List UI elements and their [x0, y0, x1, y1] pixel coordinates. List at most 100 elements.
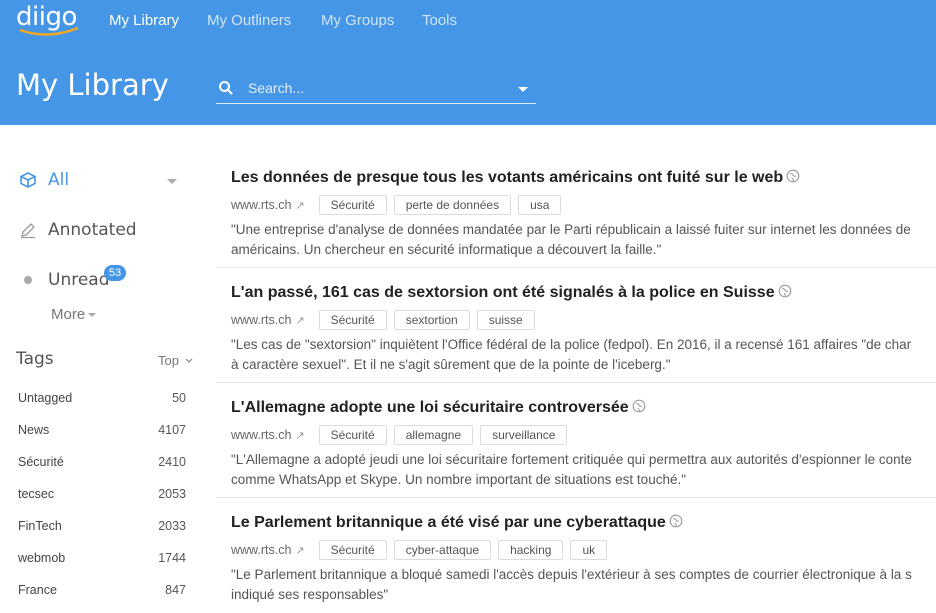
tag-name: Sécurité	[18, 455, 64, 469]
bookmark-description: "Les cas de "sextorsion" inquiètent l'Of…	[231, 335, 936, 375]
bookmark-title-text: L'Allemagne adopte une loi sécuritaire c…	[231, 399, 629, 416]
tag-item[interactable]: FinTech 2033	[16, 516, 190, 538]
bookmark-tag[interactable]: suisse	[476, 310, 535, 330]
tags-sort-dropdown[interactable]: Top	[158, 353, 193, 368]
search-icon[interactable]	[218, 80, 234, 96]
more-filters-button[interactable]: More	[51, 306, 97, 323]
search-input[interactable]	[248, 77, 508, 99]
bookmark-title[interactable]: L'an passé, 161 cas de sextorsion ont ét…	[231, 284, 792, 302]
description-line: américains. Un chercheur en sécurité inf…	[231, 242, 662, 257]
public-globe-icon	[632, 399, 646, 413]
description-line: comme WhatsApp et Skype. Un nombre impor…	[231, 472, 687, 487]
bookmark-title-text: L'an passé, 161 cas de sextorsion ont ét…	[231, 284, 775, 301]
bookmark-tag[interactable]: allemagne	[393, 425, 474, 445]
bookmark-tag[interactable]: Sécurité	[318, 195, 387, 215]
bookmark-meta: www.rts.ch ↗ Sécurité sextortion suisse	[231, 309, 542, 331]
cube-icon	[16, 168, 40, 192]
bookmark-tag[interactable]: uk	[570, 540, 608, 560]
public-globe-icon	[669, 514, 683, 528]
bookmark-item: L'an passé, 161 cas de sextorsion ont ét…	[216, 268, 936, 383]
nav-my-library[interactable]: My Library	[109, 12, 179, 29]
tags-heading: Tags	[16, 349, 54, 369]
bookmark-title[interactable]: Les données de presque tous les votants …	[231, 169, 800, 187]
tag-name: France	[18, 583, 57, 597]
bookmark-tag[interactable]: hacking	[498, 540, 564, 560]
public-globe-icon	[778, 284, 791, 298]
bookmark-description: "L'Allemagne a adopté jeudi une loi sécu…	[231, 450, 936, 490]
bookmark-tag[interactable]: Sécurité	[318, 540, 387, 560]
tag-count: 847	[165, 583, 186, 597]
description-line: "Les cas de "sextorsion" inquiètent l'Of…	[231, 337, 912, 352]
description-line: "Une entreprise d'analyse de données man…	[231, 222, 911, 237]
top-bar: diigo My Library My Outliners My Groups …	[0, 0, 936, 125]
sidebar: All Annotated Unread 53 More Tags Top Un…	[0, 125, 215, 613]
chevron-down-icon[interactable]	[167, 179, 177, 184]
bookmark-tag[interactable]: cyber-attaque	[393, 540, 492, 560]
bookmark-tag[interactable]: sextortion	[393, 310, 470, 330]
external-link-icon[interactable]: ↗	[295, 544, 304, 557]
tag-item[interactable]: France 847	[16, 580, 190, 602]
bookmark-item: L'Allemagne adopte une loi sécuritaire c…	[216, 383, 936, 498]
external-link-icon[interactable]: ↗	[295, 314, 304, 327]
tags-sort-label: Top	[158, 353, 179, 368]
logo-swoosh-icon	[19, 26, 79, 36]
tag-count: 50	[172, 391, 186, 405]
filter-annotated[interactable]: Annotated	[16, 215, 137, 245]
tag-name: Untagged	[18, 391, 73, 405]
bookmark-domain[interactable]: www.rts.ch	[231, 313, 291, 327]
description-line: à caractère sexuel". Et il ne s'agit sûr…	[231, 357, 671, 372]
bookmark-domain[interactable]: www.rts.ch	[231, 428, 291, 442]
description-line: "L'Allemagne a adopté jeudi une loi sécu…	[231, 452, 912, 467]
tag-item[interactable]: News 4107	[16, 420, 190, 442]
tag-name: News	[18, 423, 50, 437]
bookmark-title[interactable]: L'Allemagne adopte une loi sécuritaire c…	[231, 399, 646, 417]
bookmark-meta: www.rts.ch ↗ Sécurité allemagne surveill…	[231, 424, 574, 446]
chevron-down-icon	[185, 358, 193, 363]
search-dropdown-icon[interactable]	[518, 87, 528, 92]
tag-count: 2410	[158, 455, 186, 469]
filter-unread-label: Unread	[48, 270, 110, 290]
bookmark-tag[interactable]: Sécurité	[318, 310, 387, 330]
bookmark-tag[interactable]: surveillance	[480, 425, 568, 445]
nav-my-groups[interactable]: My Groups	[321, 12, 394, 29]
tag-name: webmob	[18, 551, 66, 565]
tag-count: 2033	[158, 519, 186, 533]
tag-item[interactable]: webmob 1744	[16, 548, 190, 570]
tag-name: tecsec	[18, 487, 55, 501]
bookmark-item: Les données de presque tous les votants …	[216, 153, 936, 268]
filter-all[interactable]: All	[16, 165, 69, 195]
bookmark-domain[interactable]: www.rts.ch	[231, 543, 291, 557]
bookmark-domain[interactable]: www.rts.ch	[231, 198, 291, 212]
tag-count: 4107	[158, 423, 186, 437]
bookmark-title-text: Le Parlement britannique a été visé par …	[231, 514, 666, 531]
more-label: More	[51, 306, 86, 323]
bookmark-meta: www.rts.ch ↗ Sécurité cyber-attaque hack…	[231, 539, 614, 561]
bookmark-title-text: Les données de presque tous les votants …	[231, 169, 784, 186]
tag-count: 1744	[158, 551, 186, 565]
page-title: My Library	[16, 68, 169, 102]
pencil-icon	[16, 218, 40, 242]
bookmark-description: "Une entreprise d'analyse de données man…	[231, 220, 936, 260]
description-line: "Le Parlement britannique a bloqué samed…	[231, 567, 912, 582]
bookmark-meta: www.rts.ch ↗ Sécurité perte de données u…	[231, 194, 568, 216]
unread-count-badge: 53	[104, 265, 126, 281]
tag-item[interactable]: Untagged 50	[16, 388, 190, 410]
filter-unread[interactable]: Unread	[16, 265, 110, 295]
diigo-logo[interactable]: diigo	[16, 2, 86, 38]
tag-name: FinTech	[18, 519, 62, 533]
bookmark-tag[interactable]: usa	[518, 195, 562, 215]
filter-all-label: All	[48, 170, 70, 190]
external-link-icon[interactable]: ↗	[295, 199, 304, 212]
nav-my-outliners[interactable]: My Outliners	[207, 12, 291, 29]
public-globe-icon	[786, 169, 800, 183]
nav-tools[interactable]: Tools	[422, 12, 457, 29]
bookmark-title[interactable]: Le Parlement britannique a été visé par …	[231, 514, 683, 532]
external-link-icon[interactable]: ↗	[295, 429, 304, 442]
bookmark-description: "Le Parlement britannique a bloqué samed…	[231, 565, 936, 605]
bookmark-tag[interactable]: Sécurité	[318, 425, 387, 445]
bookmark-item: Le Parlement britannique a été visé par …	[216, 498, 936, 613]
dot-icon	[16, 268, 40, 292]
bookmark-tag[interactable]: perte de données	[393, 195, 512, 215]
tag-item[interactable]: tecsec 2053	[16, 484, 190, 506]
tag-item[interactable]: Sécurité 2410	[16, 452, 190, 474]
